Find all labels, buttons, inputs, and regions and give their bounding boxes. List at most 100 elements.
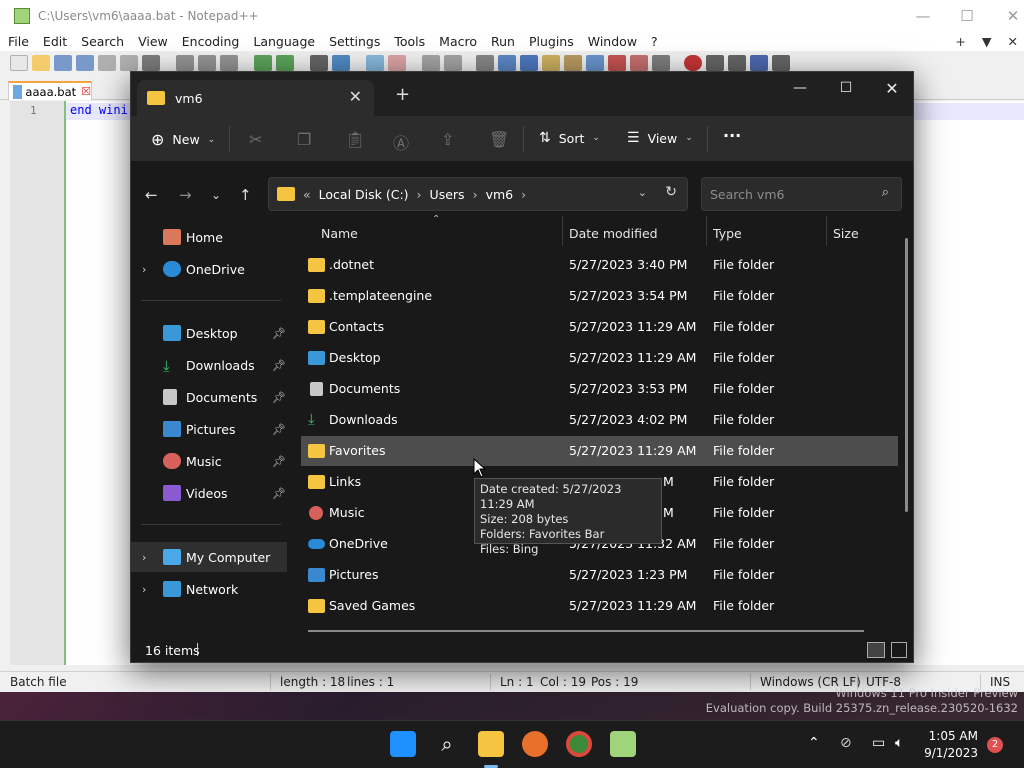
nav-item-downloads[interactable]: ⤓ Downloads 📌︎	[131, 350, 287, 380]
sort-button[interactable]: ⇅ Sort ⌄	[539, 130, 600, 146]
new-tab-icon[interactable]: +	[395, 84, 410, 105]
more-options-button[interactable]: ···	[723, 126, 741, 145]
code-text[interactable]: end wini	[70, 103, 128, 117]
file-row[interactable]: Saved Games 5/27/2023 11:29 AM File fold…	[301, 591, 898, 621]
redo-icon[interactable]	[276, 55, 294, 71]
indent-guide-icon[interactable]	[520, 55, 538, 71]
address-bar[interactable]: « Local Disk (C:) › Users › vm6 › ⌄ ↻	[268, 177, 688, 211]
doc-list-icon[interactable]	[630, 55, 648, 71]
column-type[interactable]: Type	[713, 226, 742, 241]
close-doc-icon[interactable]: ✕	[1008, 34, 1018, 49]
undo-icon[interactable]	[254, 55, 272, 71]
vertical-scrollbar[interactable]	[905, 238, 908, 512]
menu-view[interactable]: View	[138, 34, 168, 49]
details-view-icon[interactable]	[867, 642, 885, 658]
file-explorer-icon[interactable]	[478, 731, 504, 757]
close-tab-icon[interactable]: ✕	[349, 87, 362, 106]
menu-settings[interactable]: Settings	[329, 34, 380, 49]
notification-badge[interactable]: 2	[987, 737, 1003, 753]
doc-map-icon[interactable]	[564, 55, 582, 71]
rename-icon[interactable]: Ⓐ	[393, 130, 409, 154]
file-row[interactable]: Desktop 5/27/2023 11:29 AM File folder	[301, 343, 898, 373]
print-icon[interactable]	[142, 55, 160, 71]
show-hidden-icons[interactable]: ⌃	[808, 735, 820, 751]
search-icon[interactable]: ⌕	[434, 731, 460, 757]
folder-as-workspace-icon[interactable]	[608, 55, 626, 71]
menu-plugins[interactable]: Plugins	[529, 34, 574, 49]
volume-icon[interactable]: 🔈︎	[895, 735, 903, 751]
forward-arrow-icon[interactable]: →	[179, 186, 192, 204]
menu-run[interactable]: Run	[491, 34, 515, 49]
explorer-tab-vm6[interactable]: vm6 ✕	[137, 80, 374, 116]
menu-encoding[interactable]: Encoding	[182, 34, 240, 49]
nav-item-home[interactable]: Home	[131, 222, 287, 252]
cut-icon[interactable]: ✂	[249, 130, 262, 149]
column-divider[interactable]	[706, 216, 707, 246]
maximize-button[interactable]: ☐	[944, 0, 990, 31]
start-windows-icon[interactable]	[390, 731, 416, 757]
file-row[interactable]: .dotnet 5/27/2023 3:40 PM File folder	[301, 250, 898, 280]
address-history-icon[interactable]: ⌄	[638, 186, 647, 199]
zoom-out-icon[interactable]	[388, 55, 406, 71]
replace-icon[interactable]	[332, 55, 350, 71]
column-date-modified[interactable]: Date modified	[569, 226, 658, 241]
up-arrow-icon[interactable]: ↑	[239, 186, 252, 204]
save-icon[interactable]	[54, 55, 72, 71]
view-button[interactable]: ☰ View ⌄	[627, 130, 693, 146]
menu-window[interactable]: Window	[588, 34, 637, 49]
notepadpp-taskbar-icon[interactable]	[610, 731, 636, 757]
close-file-icon[interactable]	[98, 55, 116, 71]
column-size[interactable]: Size	[833, 226, 859, 241]
file-row[interactable]: .templateengine 5/27/2023 3:54 PM File f…	[301, 281, 898, 311]
refresh-icon[interactable]: ↻	[665, 184, 677, 200]
play-macro-icon[interactable]	[728, 55, 746, 71]
minimize-button[interactable]: —	[900, 0, 946, 31]
recent-locations-icon[interactable]: ⌄	[211, 188, 221, 202]
file-row[interactable]: Pictures 5/27/2023 1:23 PM File folder	[301, 560, 898, 590]
close-button[interactable]: ✕	[990, 0, 1024, 31]
copy-icon[interactable]: ❐	[297, 130, 311, 149]
back-arrow-icon[interactable]: ←	[145, 186, 158, 204]
zoom-in-icon[interactable]	[366, 55, 384, 71]
run-macro-multiple-icon[interactable]	[750, 55, 768, 71]
tab-close-icon[interactable]: ☒	[81, 85, 91, 98]
record-macro-icon[interactable]	[684, 55, 702, 71]
new-file-icon[interactable]	[10, 55, 28, 71]
column-name[interactable]: Name	[321, 226, 358, 241]
close-all-icon[interactable]	[120, 55, 138, 71]
file-row-hovered[interactable]: Favorites 5/27/2023 11:29 AM File folder	[301, 436, 898, 466]
menu-macro[interactable]: Macro	[439, 34, 477, 49]
word-wrap-icon[interactable]	[476, 55, 494, 71]
file-row[interactable]: ⤓ Downloads 5/27/2023 4:02 PM File folde…	[301, 405, 898, 435]
menu-edit[interactable]: Edit	[43, 34, 67, 49]
menu-language[interactable]: Language	[253, 34, 315, 49]
tab-list-icon[interactable]: ▼	[982, 34, 992, 49]
overflow-chevron[interactable]: «	[303, 187, 311, 202]
menu-search[interactable]: Search	[81, 34, 124, 49]
breadcrumb-local-disk[interactable]: Local Disk (C:)	[319, 187, 409, 202]
nav-item-my-computer[interactable]: › My Computer	[131, 542, 287, 572]
firefox-icon[interactable]	[522, 731, 548, 757]
explorer-close-button[interactable]: ✕	[869, 72, 913, 104]
column-divider[interactable]	[826, 216, 827, 246]
show-all-chars-icon[interactable]	[498, 55, 516, 71]
network-status-icon[interactable]: ⊘	[840, 735, 852, 751]
chrome-icon[interactable]	[566, 731, 592, 757]
column-divider[interactable]	[562, 216, 563, 246]
explorer-minimize-button[interactable]: —	[777, 72, 823, 104]
open-file-icon[interactable]	[32, 55, 50, 71]
monitoring-icon[interactable]	[652, 55, 670, 71]
add-tab-icon[interactable]: +	[955, 34, 965, 49]
horizontal-scrollbar[interactable]	[308, 630, 864, 632]
stop-macro-icon[interactable]	[706, 55, 724, 71]
paste-icon[interactable]: 📋︎	[345, 130, 365, 149]
nav-item-pictures[interactable]: Pictures 📌︎	[131, 414, 287, 444]
nav-item-network[interactable]: › Network	[131, 574, 287, 604]
nav-item-onedrive[interactable]: › OneDrive	[131, 254, 287, 284]
nav-item-desktop[interactable]: Desktop 📌︎	[131, 318, 287, 348]
function-list-icon[interactable]	[586, 55, 604, 71]
menu-file[interactable]: File	[8, 34, 29, 49]
nav-item-documents[interactable]: Documents 📌︎	[131, 382, 287, 412]
find-icon[interactable]	[310, 55, 328, 71]
clock[interactable]: 1:05 AM 9/1/2023	[924, 728, 978, 762]
